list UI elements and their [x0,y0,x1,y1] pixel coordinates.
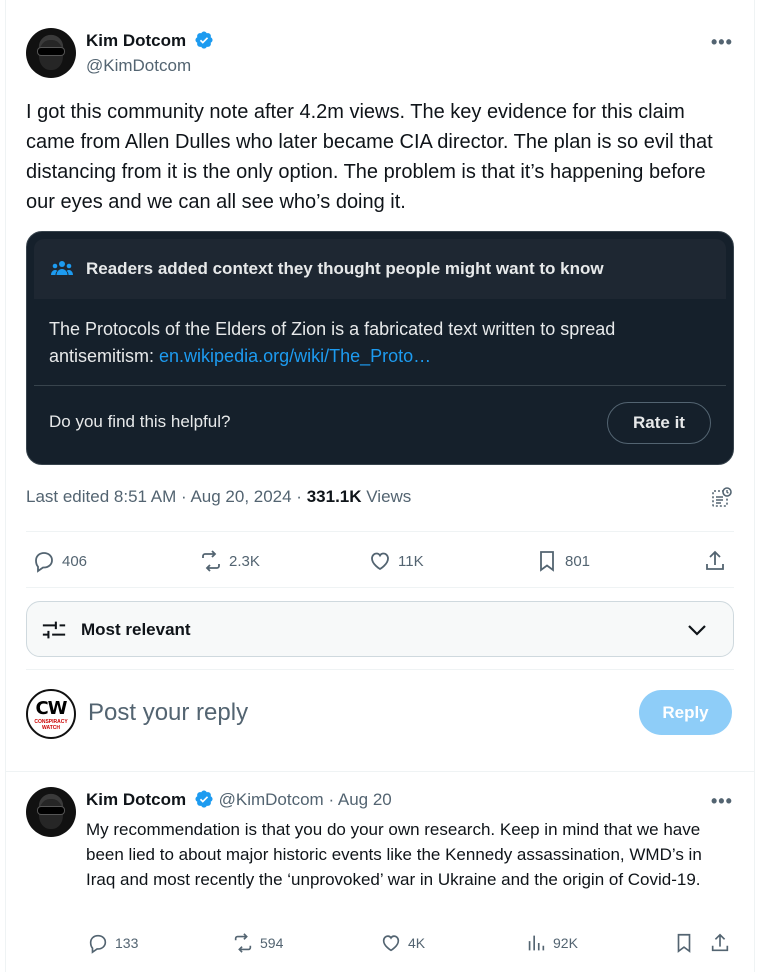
current-user-avatar[interactable]: CW CONSPIRACY WATCH [26,689,76,739]
avatar-face [39,40,63,70]
reply-like-action[interactable]: 4K [380,932,425,954]
rate-it-button[interactable]: Rate it [607,402,711,444]
community-note-link[interactable]: en.wikipedia.org/wiki/The_Proto… [159,346,431,366]
reply-views-action[interactable]: 92K [525,932,578,954]
divider-sort [26,669,734,670]
reply-count: 406 [62,552,88,570]
like-action[interactable]: 11K [368,549,424,573]
community-note: Readers added context they thought peopl… [26,231,734,465]
reply-repost-action[interactable]: 594 [232,932,283,954]
reply-icon [35,552,53,573]
reply-author-row: Kim Dotcom @KimDotcom · Aug 20 [86,789,392,810]
reply-bookmark-icon [677,933,691,953]
reply-avatar-glasses [38,807,64,814]
edit-history-icon[interactable] [710,486,734,510]
bookmark-count: 801 [565,552,591,570]
views-count: 331.1K [306,487,362,506]
reply-verified-badge-icon [195,790,213,808]
reply-author-name[interactable]: Kim Dotcom [86,790,186,809]
reply-like-count: 4K [408,935,426,951]
reply-input[interactable]: Post your reply [88,699,248,727]
repost-count: 2.3K [229,552,260,570]
share-action[interactable] [703,549,727,573]
reply-reply-count: 133 [115,935,139,951]
reply-avatar-face [39,799,63,829]
edited-timestamp[interactable]: Last edited 8:51 AM · Aug 20, 2024 · [26,487,307,506]
avatar-glasses [38,48,64,55]
chevron-down-icon [688,625,706,636]
community-note-header: Readers added context they thought peopl… [34,239,726,299]
analytics-icon [528,935,545,951]
helpful-question: Do you find this helpful? [49,412,231,431]
avatar-logo-text: CW [35,698,67,719]
views-label: Views [361,487,412,506]
reply-repost-icon [234,933,252,953]
reply-bookmark-action[interactable] [673,932,695,954]
verified-badge-icon [195,31,213,49]
people-icon [51,261,73,275]
community-note-body: The Protocols of the Elders of Zion is a… [49,316,719,370]
share-icon [706,550,724,570]
divider-top [26,531,734,532]
reply-date[interactable]: · Aug 20 [328,790,391,809]
reply-text: My recommendation is that you do your ow… [86,820,702,889]
sliders-icon [42,621,66,639]
bookmark-icon [540,551,554,572]
reply-share-action[interactable] [709,932,731,954]
reply-more-options-icon[interactable]: ••• [711,791,733,812]
tweet-text: I got this community note after 4.2m vie… [26,101,713,213]
reply-button[interactable]: Reply [639,690,732,735]
sort-label: Most relevant [81,620,191,639]
tweet-meta: Last edited 8:51 AM · Aug 20, 2024 · 331… [26,487,411,507]
author-handle[interactable]: @KimDotcom [86,56,191,76]
repost-icon [202,550,220,572]
author-avatar[interactable] [26,28,76,78]
sort-dropdown[interactable]: Most relevant [26,601,734,657]
more-options-icon[interactable]: ••• [711,32,733,53]
reply-repost-count: 594 [260,935,284,951]
like-count: 11K [398,552,424,570]
repost-action[interactable]: 2.3K [199,549,260,573]
community-note-divider [34,385,726,386]
reply-views-count: 92K [553,935,578,951]
reply-action[interactable]: 406 [32,549,87,573]
bookmark-action[interactable]: 801 [535,549,590,573]
divider-composer [5,771,755,772]
author-name-row[interactable]: Kim Dotcom [86,30,214,51]
avatar-logo-subtext: CONSPIRACY WATCH [34,719,68,731]
author-name[interactable]: Kim Dotcom [86,31,186,50]
heart-icon [371,552,389,571]
reply-author-handle[interactable]: @KimDotcom [219,790,324,809]
divider-actions [26,587,734,588]
reply-heart-icon [382,935,400,952]
reply-reply-icon [89,934,107,954]
reply-share-icon [711,933,729,952]
reply-reply-action[interactable]: 133 [87,932,138,954]
reply-author-avatar[interactable] [26,787,76,837]
community-note-title: Readers added context they thought peopl… [86,259,604,278]
